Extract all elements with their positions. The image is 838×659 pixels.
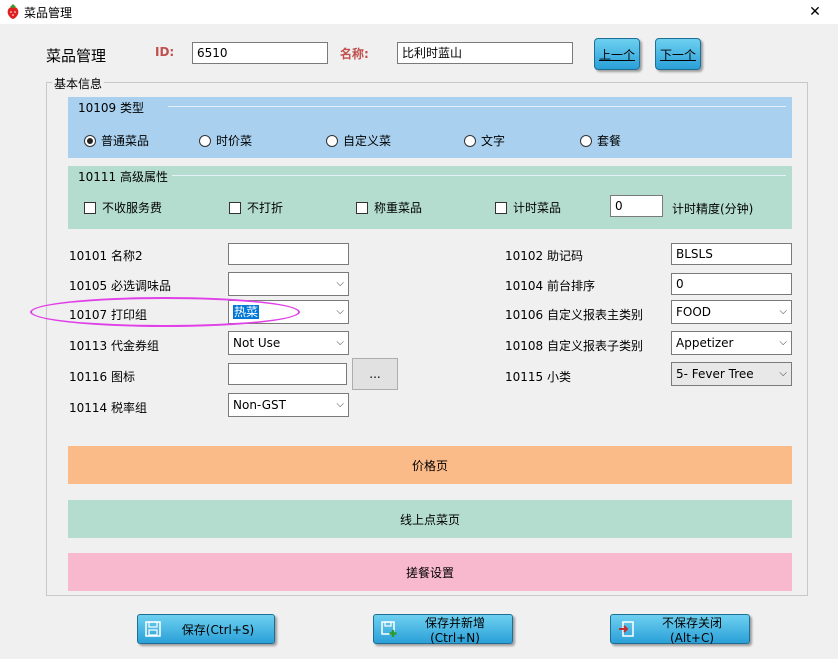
sort-input[interactable]: 0 [671, 273, 792, 295]
chevron-down-icon: ⌵ [779, 337, 787, 348]
name2-input[interactable] [228, 243, 349, 265]
radio-label: 普通菜品 [101, 134, 150, 148]
radio-icon [326, 134, 338, 147]
seasoning-select[interactable]: ⌵ [228, 272, 349, 296]
subclass-label: 10115 小类 [505, 370, 571, 384]
icon-label: 10116 图标 [69, 370, 135, 384]
radio-set-meal[interactable]: 套餐 [580, 132, 621, 149]
main-category-select[interactable]: FOOD ⌵ [671, 300, 792, 324]
checkbox-label: 不收服务费 [102, 201, 163, 215]
radio-icon [464, 134, 476, 147]
save-button[interactable]: 保存(Ctrl+S) [137, 614, 275, 644]
voucher-select[interactable]: Not Use ⌵ [228, 331, 349, 355]
chevron-down-icon: ⌵ [779, 368, 787, 379]
basic-info-legend: 基本信息 [52, 75, 105, 92]
save-and-new-button[interactable]: 保存并新增(Ctrl+N) [373, 614, 513, 645]
radio-market-price[interactable]: 时价菜 [199, 132, 252, 149]
print-group-select[interactable]: 热菜 ⌵ [228, 300, 349, 324]
sub-category-label: 10108 自定义报表子类别 [505, 339, 643, 353]
checkbox-no-discount[interactable]: 不打折 [229, 199, 283, 216]
window-title: 菜品管理 [24, 6, 73, 20]
sub-category-value: Appetizer [676, 336, 734, 350]
radio-icon [199, 134, 211, 147]
checkbox-label: 称重菜品 [374, 201, 423, 215]
divider [172, 175, 786, 176]
close-without-save-button-label: 不保存关闭(Alt+C) [661, 615, 722, 645]
tax-label: 10114 税率组 [69, 401, 147, 415]
voucher-value: Not Use [233, 336, 281, 350]
online-order-page-button[interactable]: 线上点菜页 [68, 500, 792, 538]
mnemonic-label: 10102 助记码 [505, 249, 583, 263]
type-panel-title: 10109 类型 [78, 101, 144, 115]
checkbox-weighed-dish[interactable]: 称重菜品 [356, 199, 422, 216]
close-icon: ✕ [809, 4, 821, 20]
strawberry-icon [7, 4, 19, 19]
voucher-label: 10113 代金券组 [69, 339, 159, 353]
close-without-save-button[interactable]: 不保存关闭(Alt+C) [610, 614, 750, 645]
subclass-value: 5- Fever Tree [676, 367, 754, 381]
browse-button[interactable]: ... [352, 358, 398, 390]
name-field[interactable]: 比利时蓝山 [397, 42, 573, 64]
page-title: 菜品管理 [46, 47, 107, 65]
next-button[interactable]: 下一个 [655, 38, 701, 70]
prev-button[interactable]: 上一个 [594, 38, 640, 70]
price-page-button[interactable]: 价格页 [68, 446, 792, 484]
chevron-down-icon: ⌵ [779, 306, 787, 317]
print-group-value: 热菜 [233, 305, 260, 319]
advanced-panel: 10111 高级属性 不收服务费 不打折 称重菜品 计时菜品 0 计时精度(分钟… [68, 166, 792, 229]
divider [168, 106, 786, 107]
radio-selected-icon [84, 134, 96, 147]
sub-category-select[interactable]: Appetizer ⌵ [671, 331, 792, 355]
radio-custom-dish[interactable]: 自定义菜 [326, 132, 391, 149]
radio-label: 文字 [481, 134, 506, 148]
close-window-button[interactable]: ✕ [792, 0, 838, 24]
save-button-label: 保存(Ctrl+S) [181, 622, 255, 637]
chevron-down-icon: ⌵ [336, 278, 344, 289]
print-group-label: 10107 打印组 [69, 308, 147, 322]
radio-label: 自定义菜 [343, 134, 392, 148]
advanced-panel-title: 10111 高级属性 [78, 170, 168, 184]
chevron-down-icon: ⌵ [336, 306, 344, 317]
checkbox-icon [356, 201, 368, 214]
chevron-down-icon: ⌵ [336, 337, 344, 348]
tax-value: Non-GST [233, 398, 286, 412]
name-label: 名称: [340, 47, 369, 61]
checkbox-icon [84, 201, 96, 214]
exit-icon [619, 621, 634, 637]
mnemonic-input[interactable]: BLSLS [671, 243, 792, 265]
radio-icon [580, 134, 592, 147]
meal-settings-button[interactable]: 搓餐设置 [68, 553, 792, 591]
radio-label: 时价菜 [216, 134, 253, 148]
sort-label: 10104 前台排序 [505, 279, 595, 293]
main-category-value: FOOD [676, 305, 712, 319]
chevron-down-icon: ⌵ [336, 399, 344, 410]
checkbox-label: 不打折 [247, 201, 284, 215]
checkbox-label: 计时菜品 [513, 201, 562, 215]
floppy-icon [145, 621, 161, 637]
checkbox-no-service-fee[interactable]: 不收服务费 [84, 199, 162, 216]
main-category-label: 10106 自定义报表主类别 [505, 308, 643, 322]
subclass-select[interactable]: 5- Fever Tree ⌵ [671, 362, 792, 386]
checkbox-icon [495, 201, 507, 214]
checkbox-icon [229, 201, 241, 214]
radio-label: 套餐 [597, 134, 622, 148]
name2-label: 10101 名称2 [69, 249, 143, 263]
radio-normal-dish[interactable]: 普通菜品 [84, 132, 149, 149]
type-panel: 10109 类型 普通菜品 时价菜 自定义菜 文字 套餐 [68, 97, 792, 158]
title-bar: 菜品管理 ✕ [0, 0, 838, 24]
id-label: ID: [155, 45, 175, 59]
floppy-plus-icon [381, 621, 397, 637]
radio-text[interactable]: 文字 [464, 132, 505, 149]
checkbox-timed-dish[interactable]: 计时菜品 [495, 199, 561, 216]
save-and-new-button-label: 保存并新增(Ctrl+N) [424, 615, 485, 645]
id-field[interactable]: 6510 [192, 42, 328, 64]
tax-select[interactable]: Non-GST ⌵ [228, 393, 349, 417]
seasoning-label: 10105 必选调味品 [69, 279, 171, 293]
timer-precision-input[interactable]: 0 [610, 195, 663, 217]
timer-precision-label: 计时精度(分钟) [672, 202, 754, 216]
icon-input[interactable] [228, 363, 347, 385]
